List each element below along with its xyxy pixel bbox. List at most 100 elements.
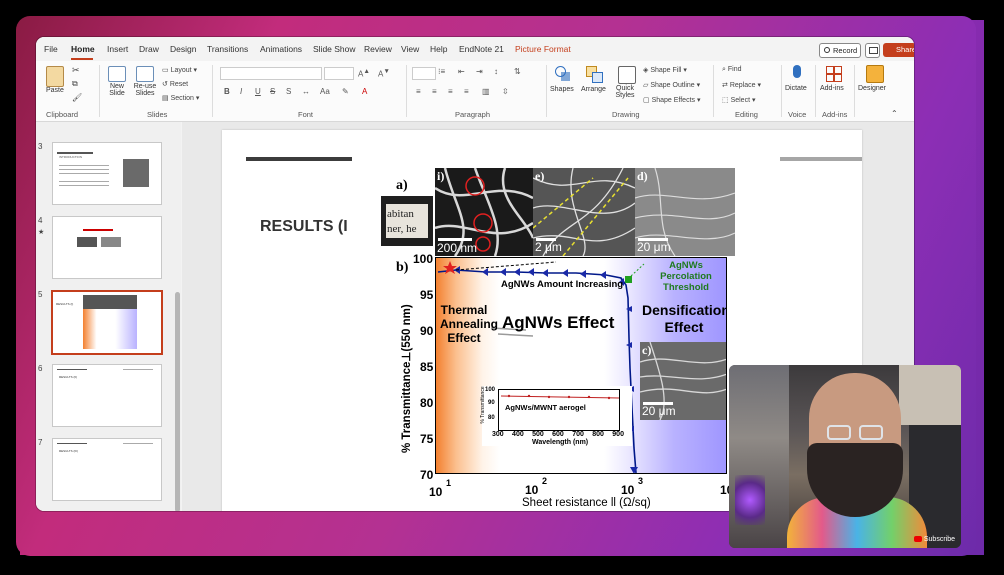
section-button[interactable]: ▤ Section ▾: [162, 94, 199, 102]
microphone-icon[interactable]: [793, 65, 801, 78]
menu-animations[interactable]: Animations: [260, 44, 302, 54]
strike-button[interactable]: S: [270, 87, 275, 96]
format-painter-icon[interactable]: 🖌: [72, 93, 82, 102]
youtube-icon: [913, 536, 922, 543]
x-axis-label: Sheet resistance ll (Ω/sq): [522, 497, 651, 509]
collapse-ribbon-icon[interactable]: ⌃: [891, 109, 898, 118]
shape-outline-button[interactable]: ▱ Shape Outline ▾: [643, 81, 700, 89]
designer-icon[interactable]: [866, 65, 884, 83]
new-slide-label-2: Slide: [109, 90, 125, 97]
menu-design[interactable]: Design: [170, 44, 196, 54]
shapes-icon[interactable]: [555, 66, 571, 82]
slide-thumbnail-5[interactable]: RESULTS (I): [51, 290, 163, 355]
align-center-icon[interactable]: ≡: [432, 87, 437, 96]
menu-file[interactable]: File: [44, 44, 58, 54]
justify-icon[interactable]: ≡: [464, 87, 469, 96]
slide-thumbnail-6[interactable]: RESULTS (II): [52, 364, 162, 427]
arrange-button[interactable]: Arrange: [581, 86, 606, 93]
highlight-icon[interactable]: ✎: [342, 87, 349, 96]
decrease-indent-icon[interactable]: ⇤: [458, 67, 465, 76]
menu-draw[interactable]: Draw: [139, 44, 159, 54]
photo-text-1: abitan: [387, 208, 414, 220]
menu-view[interactable]: View: [401, 44, 419, 54]
cut-icon[interactable]: ✂: [72, 65, 80, 76]
arrange-icon[interactable]: [586, 66, 603, 83]
slide-thumbnail-7[interactable]: RESULTS (III): [52, 438, 162, 501]
ytick-100: 100: [413, 252, 434, 266]
layout-label: Layout: [170, 67, 192, 74]
menu-home[interactable]: Home: [71, 44, 95, 54]
underline-button[interactable]: U: [255, 87, 261, 96]
reuse-label-2: Slides: [135, 90, 155, 97]
quick-styles-button[interactable]: Quick Styles: [613, 85, 637, 99]
align-left-icon[interactable]: ≡: [416, 87, 421, 96]
add-ins-icon[interactable]: [826, 66, 842, 82]
shape-fill-button[interactable]: ◈ Shape Fill ▾: [643, 66, 687, 74]
record-button[interactable]: Record: [819, 43, 861, 58]
new-slide-label: New: [109, 83, 124, 90]
results-figure[interactable]: a) abitan ner, he i) 200 nm e) 2 μm d) 2…: [345, 168, 737, 509]
reuse-slides-button[interactable]: Re-use Slides: [133, 83, 157, 97]
ytick-95: 95: [420, 288, 434, 302]
menu-transitions[interactable]: Transitions: [207, 44, 248, 54]
reset-button[interactable]: ↺ Reset: [162, 80, 188, 88]
new-slide-icon[interactable]: [108, 66, 126, 82]
reuse-slides-icon[interactable]: [136, 66, 154, 82]
new-slide-button[interactable]: New Slide: [106, 83, 128, 97]
align-right-icon[interactable]: ≡: [448, 87, 453, 96]
thumbnail-scrollbar[interactable]: [175, 292, 180, 511]
label-b: b): [396, 260, 409, 275]
title-bar-right: [780, 157, 862, 161]
share-button[interactable]: Share: [883, 43, 914, 57]
dictate-button[interactable]: Dictate: [785, 85, 807, 92]
text-shadow-icon[interactable]: S: [286, 87, 291, 96]
find-button[interactable]: ⌕ Find: [722, 66, 742, 74]
shape-effects-button[interactable]: ▢ Shape Effects ▾: [643, 96, 701, 104]
copy-icon[interactable]: ⧉: [72, 79, 78, 89]
menu-review[interactable]: Review: [364, 44, 392, 54]
italic-button[interactable]: I: [240, 87, 242, 96]
inset-legend: AgNWs/MWNT aerogel: [505, 403, 586, 412]
menu-insert[interactable]: Insert: [107, 44, 128, 54]
menu-picture-format[interactable]: Picture Format: [515, 44, 571, 54]
ytick-75: 75: [420, 432, 434, 446]
numbering-icon[interactable]: ⁝≡: [438, 67, 445, 76]
paste-button[interactable]: Paste: [46, 87, 64, 94]
replace-button[interactable]: ⇄ Replace ▾: [722, 81, 761, 89]
menu-endnote[interactable]: EndNote 21: [459, 44, 504, 54]
increase-indent-icon[interactable]: ⇥: [476, 67, 483, 76]
bold-button[interactable]: B: [224, 87, 230, 96]
scale-2um: 2 μm: [535, 240, 562, 254]
slide-thumbnail-4[interactable]: [52, 216, 162, 279]
change-case-icon[interactable]: Aa: [320, 87, 330, 96]
char-spacing-icon[interactable]: ↔: [302, 87, 310, 96]
align-text-icon[interactable]: ⇳: [502, 87, 509, 96]
columns-icon[interactable]: ▥: [482, 87, 490, 96]
subscribe-badge[interactable]: Subscribe: [913, 536, 955, 543]
add-ins-button[interactable]: Add-ins: [820, 85, 844, 92]
bullets-dropdown[interactable]: [412, 67, 436, 80]
menu-help[interactable]: Help: [430, 44, 447, 54]
section-label: Section: [170, 95, 194, 102]
paste-icon[interactable]: [46, 66, 64, 87]
decrease-font-icon[interactable]: A▼: [378, 68, 390, 79]
inset-xlabel: Wavelength (nm): [532, 439, 589, 446]
designer-button[interactable]: Designer: [858, 85, 886, 92]
comments-button[interactable]: [865, 43, 880, 58]
line-spacing-icon[interactable]: ↕: [494, 67, 498, 76]
shapes-button[interactable]: Shapes: [550, 86, 574, 93]
quick-styles-icon[interactable]: [618, 66, 636, 84]
slide-title[interactable]: RESULTS (I: [260, 218, 348, 236]
font-color-icon[interactable]: A: [362, 87, 367, 96]
font-size-dropdown[interactable]: [324, 67, 354, 80]
layout-button[interactable]: ▭ Layout ▾: [162, 66, 197, 74]
font-name-dropdown[interactable]: [220, 67, 322, 80]
quick-styles-label: Quick: [616, 85, 634, 92]
densification-text-2: Effect: [664, 319, 704, 335]
select-button[interactable]: ⬚ Select ▾: [722, 96, 756, 104]
increase-font-icon[interactable]: A▲: [358, 68, 370, 79]
menu-slide-show[interactable]: Slide Show: [313, 44, 356, 54]
slide-thumbnail-3[interactable]: INTRODUCTION: [52, 142, 162, 205]
text-direction-icon[interactable]: ⇅: [514, 67, 521, 76]
inset-xtick: 500: [532, 431, 544, 438]
